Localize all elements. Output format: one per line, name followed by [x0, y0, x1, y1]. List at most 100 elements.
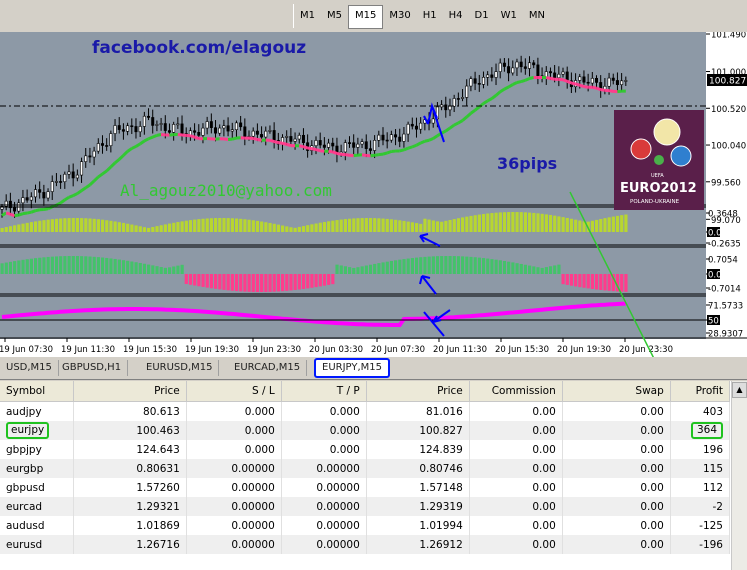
histogram-bar: [54, 218, 59, 232]
histogram-bar: [80, 256, 84, 274]
table-row[interactable]: gbpusd 1.57260 0.00000 0.00000 1.57148 0.00 0.…: [0, 478, 731, 497]
timeframe-button-m15[interactable]: M15: [348, 5, 384, 29]
cell-price: 1.26912: [366, 535, 470, 554]
histogram-bar: [59, 218, 63, 232]
histogram-bar: [222, 218, 226, 232]
timeframe-button-w1[interactable]: W1: [495, 5, 523, 27]
histogram-bar: [322, 274, 327, 286]
ma-segment: [30, 209, 36, 214]
candle-body: [142, 115, 146, 127]
ma-segment: [345, 153, 350, 157]
chart-tab[interactable]: EURJPY,M15: [314, 358, 390, 378]
candle-body: [611, 77, 615, 81]
column-header[interactable]: Swap: [562, 381, 671, 402]
timeframe-button-h1[interactable]: H1: [417, 5, 443, 27]
histogram-bar: [548, 266, 553, 274]
cell-profit: -196: [670, 535, 731, 554]
cell-swap: 0.00: [562, 535, 671, 554]
column-header[interactable]: S / L: [186, 381, 282, 402]
histogram-bar: [255, 220, 260, 232]
column-header[interactable]: T / P: [281, 381, 367, 402]
candle-body: [201, 127, 205, 136]
histogram-bar: [410, 258, 414, 274]
chart-tab[interactable]: EURUSD,M15: [140, 360, 220, 376]
column-header[interactable]: Commission: [469, 381, 563, 402]
histogram-bar: [385, 218, 389, 232]
candle-body: [502, 62, 506, 67]
timeframe-button-m1[interactable]: M1: [294, 5, 321, 27]
histogram-bar: [540, 267, 544, 274]
histogram-bar: [306, 274, 310, 289]
table-row[interactable]: audusd 1.01869 0.00000 0.00000 1.01994 0.00 0.…: [0, 516, 731, 535]
chart-tab[interactable]: GBPUSD,H1: [56, 360, 129, 376]
histogram-bar: [80, 218, 84, 232]
time-tick-label: 19 Jun 19:30: [185, 345, 239, 355]
ma-segment: [520, 78, 526, 83]
table-row[interactable]: eurgbp 0.80631 0.00000 0.00000 0.80746 0.00 0.…: [0, 459, 731, 478]
histogram-bar: [251, 220, 255, 232]
histogram-bar: [193, 219, 197, 232]
candle-body: [222, 125, 226, 129]
timeframe-button-mn[interactable]: MN: [523, 5, 551, 27]
timeframe-button-m5[interactable]: M5: [321, 5, 348, 27]
table-row[interactable]: gbpjpy 124.643 0.000 0.000 124.839 0.00 0.00 19…: [0, 440, 731, 459]
histogram-bar: [155, 266, 159, 274]
candle-body: [511, 67, 515, 74]
candle-body: [343, 142, 347, 153]
cell-value: -2: [712, 500, 723, 513]
table-row[interactable]: audjpy 80.613 0.000 0.000 81.016 0.00 0.00 403: [0, 401, 731, 421]
cell-profit: -2: [670, 497, 731, 516]
histogram-bar: [38, 257, 42, 274]
column-header[interactable]: Price: [366, 381, 470, 402]
histogram-bar: [218, 274, 222, 290]
vertical-scrollbar[interactable]: ▲: [731, 381, 747, 570]
timeframe-button-m30[interactable]: M30: [383, 5, 416, 27]
histogram-bar: [209, 274, 214, 289]
histogram-bar: [502, 260, 507, 274]
ma-segment: [143, 137, 150, 143]
timeframe-button-d1[interactable]: D1: [469, 5, 495, 27]
histogram-bar: [109, 258, 113, 274]
candle-body: [582, 76, 586, 83]
price-chart[interactable]: 101.490101.000100.520100.04099.56099.070…: [0, 31, 747, 431]
candle-body: [607, 77, 611, 87]
histogram-bar: [29, 258, 34, 274]
cell-swap: 0.00: [562, 478, 671, 497]
histogram-bar: [373, 218, 377, 232]
candle-body: [75, 174, 79, 179]
scroll-up-icon[interactable]: ▲: [732, 382, 747, 398]
candle-body: [624, 80, 628, 82]
table-row[interactable]: eurusd 1.26716 0.00000 0.00000 1.26912 0.00 0.…: [0, 535, 731, 554]
candle-body: [615, 80, 619, 85]
histogram-bar: [151, 227, 155, 232]
table-row[interactable]: eurcad 1.29321 0.00000 0.00000 1.29319 0.00 0.…: [0, 497, 731, 516]
histogram-bar: [147, 227, 151, 232]
candle-body: [197, 132, 201, 136]
ma-segment: [22, 211, 28, 216]
column-header[interactable]: Symbol: [0, 381, 74, 402]
histogram-bar: [142, 227, 147, 232]
candle-body: [532, 62, 536, 66]
histogram-bar: [544, 267, 548, 274]
cell-open: 1.26716: [73, 535, 187, 554]
timeframe-button-h4[interactable]: H4: [443, 5, 469, 27]
table-row[interactable]: eurjpy 100.463 0.000 0.000 100.827 0.00 0.00 36…: [0, 421, 731, 440]
cell-price: 1.57148: [366, 478, 470, 497]
candle-body: [440, 104, 444, 108]
column-header[interactable]: Price: [73, 381, 187, 402]
candle-body: [494, 71, 498, 78]
chart-tab[interactable]: EURCAD,M15: [228, 360, 308, 376]
logo-shape: [670, 145, 692, 167]
candle-body: [590, 77, 594, 84]
chart-window[interactable]: 101.490 101.000 100.520 100.040 99.560 99.070…: [0, 31, 747, 431]
cell-value: 100.827: [419, 424, 463, 437]
histogram-bar: [222, 274, 226, 290]
chart-tab[interactable]: USD,M15: [0, 360, 59, 376]
candle-body: [214, 127, 218, 134]
column-header[interactable]: Profit: [670, 381, 731, 402]
histogram-bar: [465, 216, 469, 232]
cell-value: 0.00000: [231, 462, 275, 475]
candle-body: [147, 115, 151, 118]
histogram-bar: [414, 257, 419, 274]
histogram-bar: [96, 219, 100, 232]
